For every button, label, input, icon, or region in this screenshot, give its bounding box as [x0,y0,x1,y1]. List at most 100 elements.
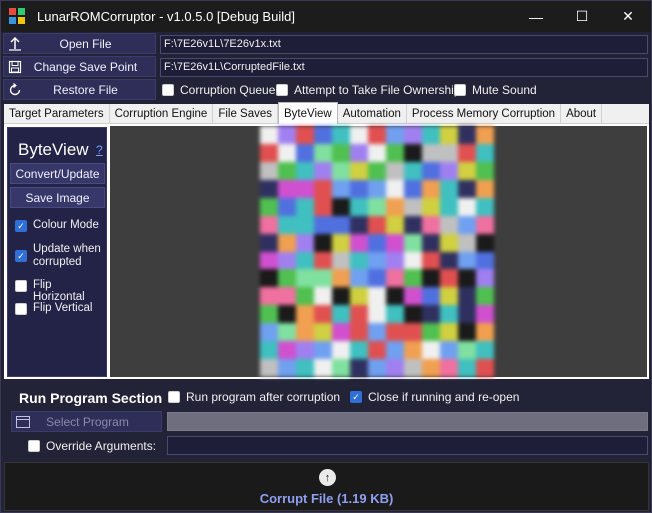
byte-pixel [386,233,404,252]
byte-pixel [422,305,440,324]
run-after-corruption-checkbox[interactable]: Run program after corruption [168,390,340,404]
byte-pixel [314,233,332,252]
checkbox-box[interactable] [162,84,174,96]
title-bar[interactable]: LunarROMCorruptor - v1.0.5.0 [Debug Buil… [1,1,651,32]
checkbox-box[interactable] [454,84,466,96]
corruption-queue-checkbox[interactable]: Corruption Queue [162,83,275,97]
byte-pixel [260,143,278,162]
byte-pixel [296,287,314,306]
tab-about[interactable]: About [561,104,603,124]
byte-pixel [386,323,404,342]
byte-pixel [278,126,296,144]
byte-pixel [278,269,296,288]
checkbox-box[interactable] [15,303,27,315]
convert-update-button[interactable]: Convert/Update [10,163,105,184]
byte-pixel [368,341,386,360]
open-file-label: Open File [59,36,112,51]
byte-pixel [350,126,368,144]
byte-pixel [422,359,440,377]
checkbox-box[interactable] [28,440,40,452]
save-image-button[interactable]: Save Image [10,187,105,208]
byte-pixel [458,287,476,306]
byte-pixel [296,269,314,288]
flip-vertical-checkbox[interactable]: Flip Vertical [15,302,92,315]
byte-pixel [422,341,440,360]
byte-pixel [296,179,314,198]
tab-corruption-engine[interactable]: Corruption Engine [110,104,214,124]
corrupt-file-button[interactable]: ↑ Corrupt File (1.19 KB) [4,462,649,511]
byte-pixel [404,269,422,288]
byte-pixel [458,233,476,252]
byte-pixel [278,323,296,342]
byte-pixel [314,341,332,360]
arguments-field[interactable] [167,436,648,455]
flip-horizontal-checkbox[interactable]: Flip Horizontal [15,279,106,303]
byte-pixel [332,215,350,234]
byte-pixel [368,197,386,216]
byte-pixel [332,126,350,144]
close-button[interactable]: ✕ [605,1,651,32]
take-ownership-label: Attempt to Take File Ownership [294,83,461,97]
byte-pixel [368,305,386,324]
checkbox-box[interactable] [276,84,288,96]
byte-pixel [314,323,332,342]
tab-target-parameters[interactable]: Target Parameters [4,104,110,124]
take-ownership-checkbox[interactable]: Attempt to Take File Ownership [276,83,461,97]
tab-file-saves[interactable]: File Saves [213,104,278,124]
checkbox-checked-icon[interactable]: ✓ [15,220,27,232]
update-when-corrupted-label: Update when corrupted [33,243,101,268]
byte-pixel [332,287,350,306]
byte-pixel [404,179,422,198]
byte-pixel [404,197,422,216]
help-link[interactable]: ? [96,143,103,157]
byte-pixel [314,143,332,162]
byte-pixel [278,341,296,360]
byte-pixel [260,323,278,342]
byteview-image-viewer[interactable] [110,126,647,377]
restore-refresh-icon [4,80,26,99]
save-point-path-field[interactable]: F:\7E26v1L\CorruptedFile.txt [160,58,648,77]
byte-pixel [350,143,368,162]
colour-mode-checkbox[interactable]: ✓ Colour Mode [15,219,99,232]
checkbox-checked-icon[interactable]: ✓ [350,391,362,403]
checkbox-box[interactable] [15,280,27,292]
byte-pixel [350,179,368,198]
select-program-button[interactable]: Select Program [11,411,162,432]
byte-pixel [260,215,278,234]
minimize-button[interactable]: — [513,1,559,32]
override-arguments-checkbox[interactable]: Override Arguments: [28,439,156,453]
byte-pixel [422,287,440,306]
byte-pixel [296,233,314,252]
byte-pixel [260,233,278,252]
restore-file-button[interactable]: Restore File [3,79,156,100]
byte-pixel [404,341,422,360]
tab-process-memory-corruption[interactable]: Process Memory Corruption [407,104,562,124]
byte-pixel [350,251,368,270]
maximize-button[interactable]: ☐ [559,1,605,32]
byte-pixel [350,197,368,216]
close-reopen-checkbox[interactable]: ✓ Close if running and re-open [350,390,519,404]
byte-pixel [404,287,422,306]
change-save-point-button[interactable]: Change Save Point [3,56,156,77]
update-when-corrupted-checkbox[interactable]: ✓ Update when corrupted [15,243,103,269]
checkbox-box[interactable] [168,391,180,403]
byte-pixel [296,359,314,377]
flip-vertical-label: Flip Vertical [33,302,93,314]
byte-pixel [260,251,278,270]
byte-pixel [476,161,494,180]
byte-pixel [386,161,404,180]
byte-pixel [260,359,278,377]
checkbox-checked-icon[interactable]: ✓ [15,250,27,262]
tab-byteview[interactable]: ByteView [278,102,338,124]
byte-pixel [278,179,296,198]
open-file-path-field[interactable]: F:\7E26v1L\7E26v1x.txt [160,35,648,54]
mute-sound-checkbox[interactable]: Mute Sound [454,83,537,97]
tab-automation[interactable]: Automation [338,104,407,124]
byte-pixel [476,233,494,252]
byte-pixel [314,126,332,144]
open-file-button[interactable]: Open File [3,33,156,54]
byte-pixel [332,161,350,180]
byte-pixel [440,143,458,162]
byte-pixel [440,215,458,234]
byte-pixel [296,305,314,324]
